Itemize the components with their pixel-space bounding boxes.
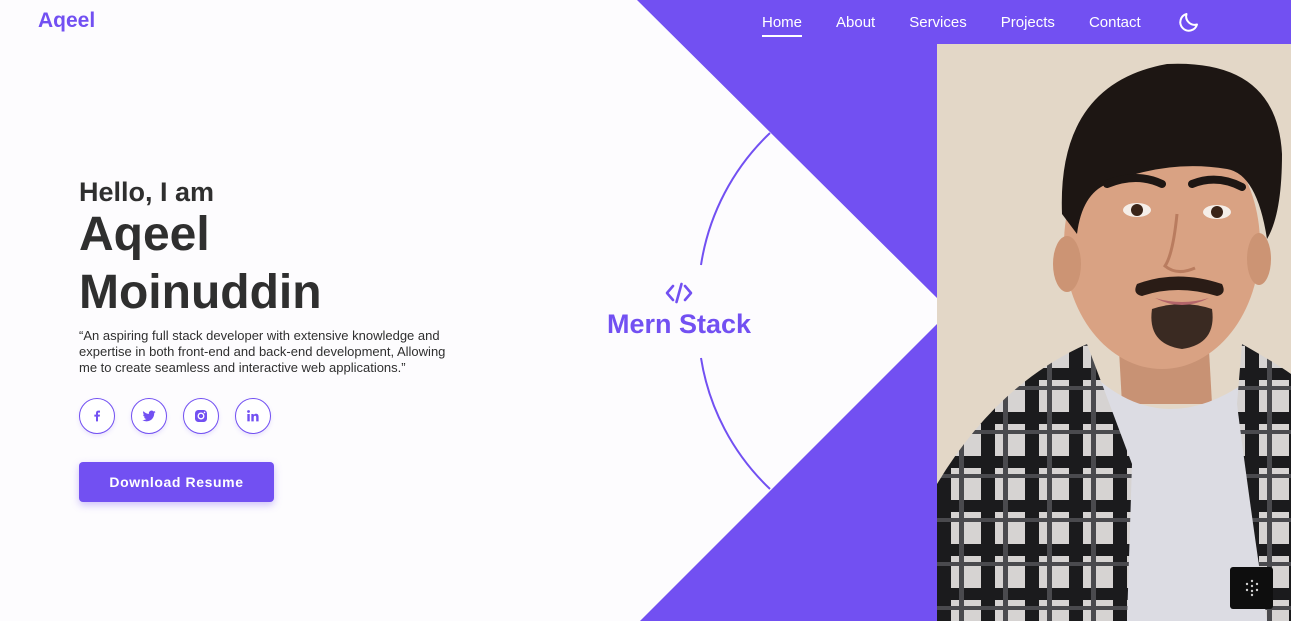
facebook-icon — [94, 410, 100, 422]
linkedin-icon — [247, 410, 259, 422]
portrait-illustration — [937, 44, 1291, 621]
stack-badge: Mern Stack — [590, 278, 768, 340]
nav-item-contact[interactable]: Contact — [1089, 10, 1141, 35]
theme-toggle-button[interactable] — [1177, 10, 1201, 34]
linkedin-link[interactable] — [235, 398, 271, 434]
profile-photo — [937, 44, 1291, 621]
instagram-icon — [195, 410, 207, 422]
hero-greeting: Hello, I am — [79, 177, 215, 207]
twitter-link[interactable] — [131, 398, 167, 434]
instagram-link[interactable] — [183, 398, 219, 434]
hero-name: Aqeel Moinuddin — [79, 208, 322, 319]
facebook-link[interactable] — [79, 398, 115, 434]
nav-item-about[interactable]: About — [836, 10, 875, 35]
hero-bio: “An aspiring full stack developer with e… — [79, 328, 446, 375]
nav-item-services[interactable]: Services — [909, 10, 967, 35]
moon-icon — [1179, 13, 1198, 32]
twitter-icon — [142, 410, 156, 422]
code-icon — [665, 282, 693, 304]
social-links — [79, 398, 469, 434]
nav-item-projects[interactable]: Projects — [1001, 10, 1055, 35]
stack-label: Mern Stack — [606, 309, 752, 339]
nav-item-home[interactable]: Home — [762, 10, 803, 37]
site-header: Aqeel Home About Services Projects Conta… — [0, 0, 1291, 44]
blackbox-watermark[interactable] — [1230, 567, 1273, 609]
site-logo[interactable]: Aqeel — [38, 9, 95, 33]
blackbox-logo-icon — [1245, 579, 1258, 597]
download-resume-button[interactable]: Download Resume — [79, 462, 274, 502]
main-nav: Home About Services Projects Contact — [762, 0, 1141, 44]
hero-section: Hello, I am Aqeel Moinuddin “An aspiring… — [79, 176, 469, 502]
